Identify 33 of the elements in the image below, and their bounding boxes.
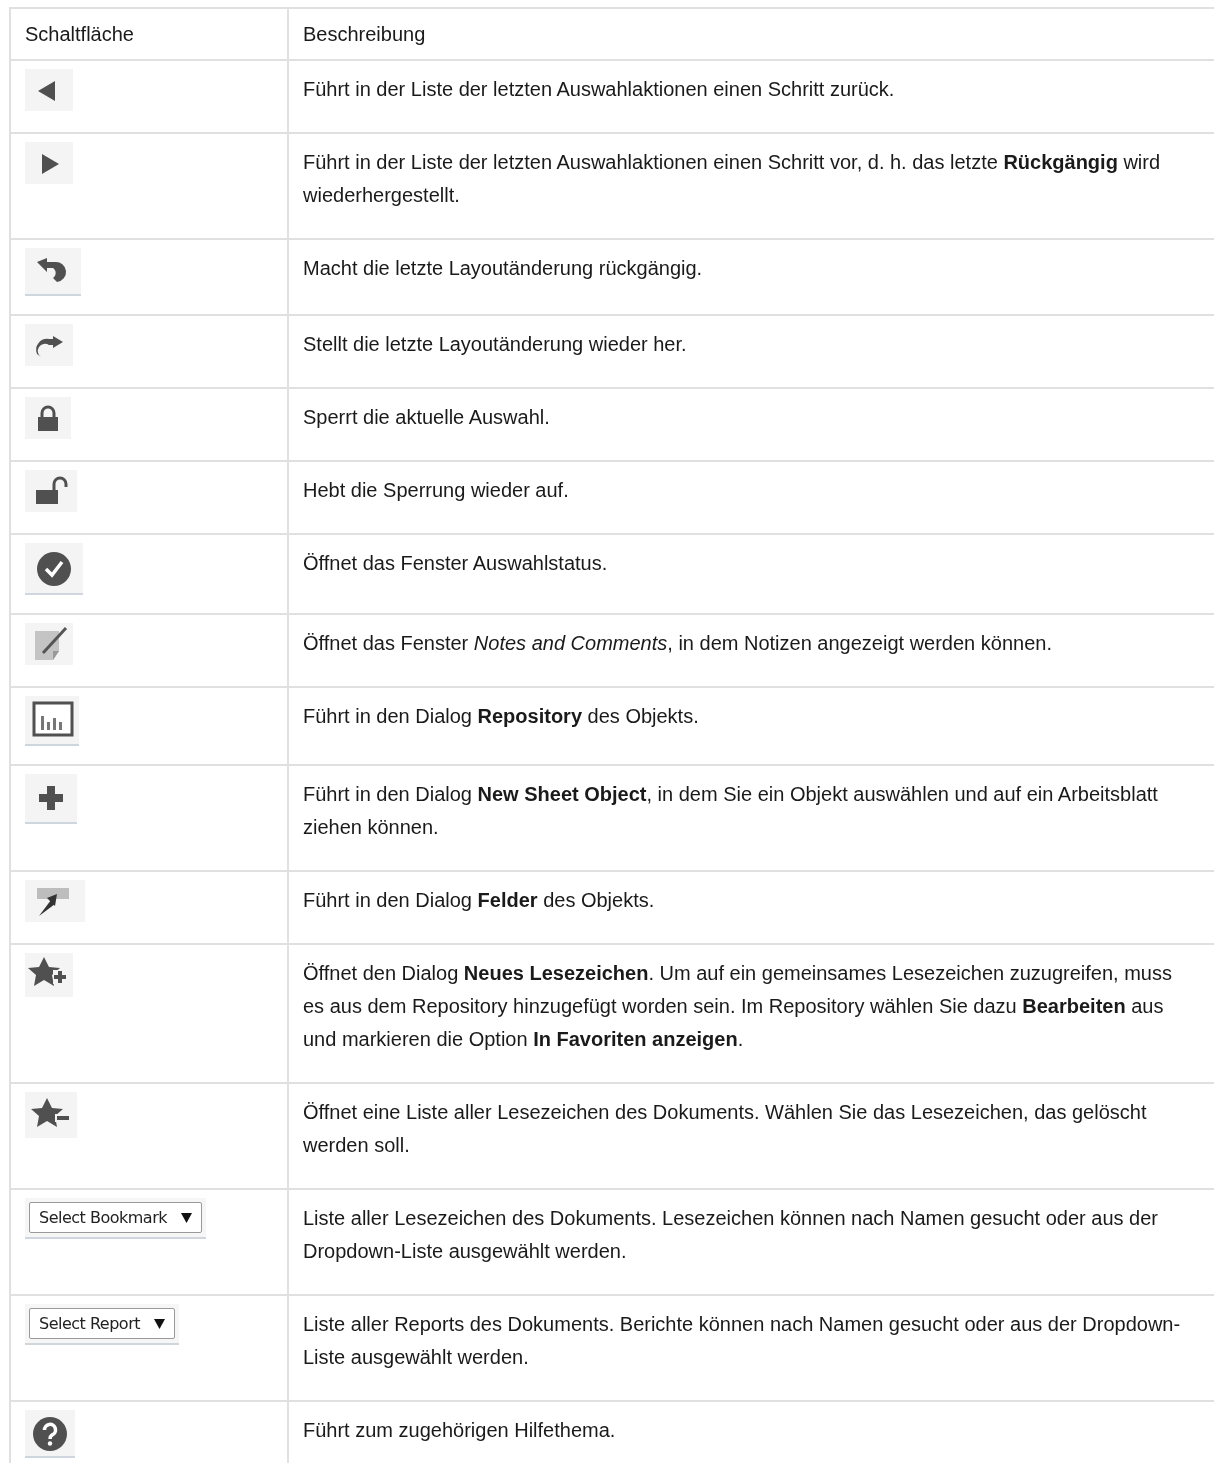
help-icon[interactable] — [25, 1410, 75, 1458]
description-text: Führt in den Dialog Felder des Objekts. — [303, 889, 655, 911]
description-text: Öffnet eine Liste aller Lesezeichen des Dokuments. Wählen Sie das Lesezeichen, das gelöscht werden soll. — [303, 1101, 1147, 1156]
bookmark-dropdown[interactable]: Select Bookmark — [29, 1202, 202, 1233]
description-text: Führt zum zugehörigen Hilfethema. — [303, 1419, 616, 1441]
caret-icon — [154, 1318, 165, 1329]
description-text: Führt in den Dialog New Sheet Object, in dem Sie ein Objekt auswählen und auf ein Arbeitsblatt ziehen können. — [303, 783, 1158, 838]
star-minus-icon[interactable] — [25, 1092, 77, 1138]
description-text: Führt in der Liste der letzten Auswahlaktionen einen Schritt zurück. — [303, 78, 895, 100]
report-dropdown[interactable]: Select Report — [29, 1308, 175, 1339]
description-text: Öffnet den Dialog Neues Lesezeichen. Um auf ein gemeinsames Lesezeichen zuzugreifen, muss es aus dem Repository hinzugefügt worden sein. Im Repository wählen Sie dazu Bearbeiten aus und markieren die Option In Favoriten anzeigen. — [303, 962, 1172, 1050]
bar-chart-icon[interactable] — [25, 696, 79, 746]
description-text: Liste aller Lesezeichen des Dokuments. Lesezeichen können nach Namen gesucht oder aus der Dropdown-Liste ausgewählt werden. — [303, 1207, 1158, 1262]
description-text: Hebt die Sperrung wieder auf. — [303, 479, 569, 501]
redo-icon[interactable] — [25, 324, 73, 366]
description-text: Macht die letzte Layoutänderung rückgängig. — [303, 257, 703, 279]
description-text: Führt in der Liste der letzten Auswahlaktionen einen Schritt vor, d. h. das letzte Rückgängig wird wiederhergestellt. — [303, 151, 1161, 206]
check-circle-icon[interactable] — [25, 543, 83, 595]
lock-icon[interactable] — [25, 397, 71, 439]
description-text: Stellt die letzte Layoutänderung wieder her. — [303, 333, 687, 355]
description-text: Öffnet das Fenster Auswahlstatus. — [303, 552, 608, 574]
note-pencil-icon[interactable] — [25, 623, 73, 665]
caret-icon — [181, 1212, 192, 1223]
description-text: Liste aller Reports des Dokuments. Berichte können nach Namen gesucht oder aus der Dropdown-Liste ausgewählt werden. — [303, 1313, 1181, 1368]
undo-icon[interactable] — [25, 248, 81, 296]
description-text: Führt in den Dialog Repository des Objekts. — [303, 705, 699, 727]
column-header: Beschreibung — [288, 8, 1214, 60]
description-text: Öffnet das Fenster Notes and Comments, in dem Notizen angezeigt werden können. — [303, 632, 1052, 654]
plus-icon[interactable] — [25, 774, 77, 824]
description-text: Sperrt die aktuelle Auswahl. — [303, 406, 550, 428]
star-plus-icon[interactable] — [25, 953, 73, 997]
unlock-icon[interactable] — [25, 470, 77, 512]
column-header: Schaltfläche — [10, 8, 288, 60]
